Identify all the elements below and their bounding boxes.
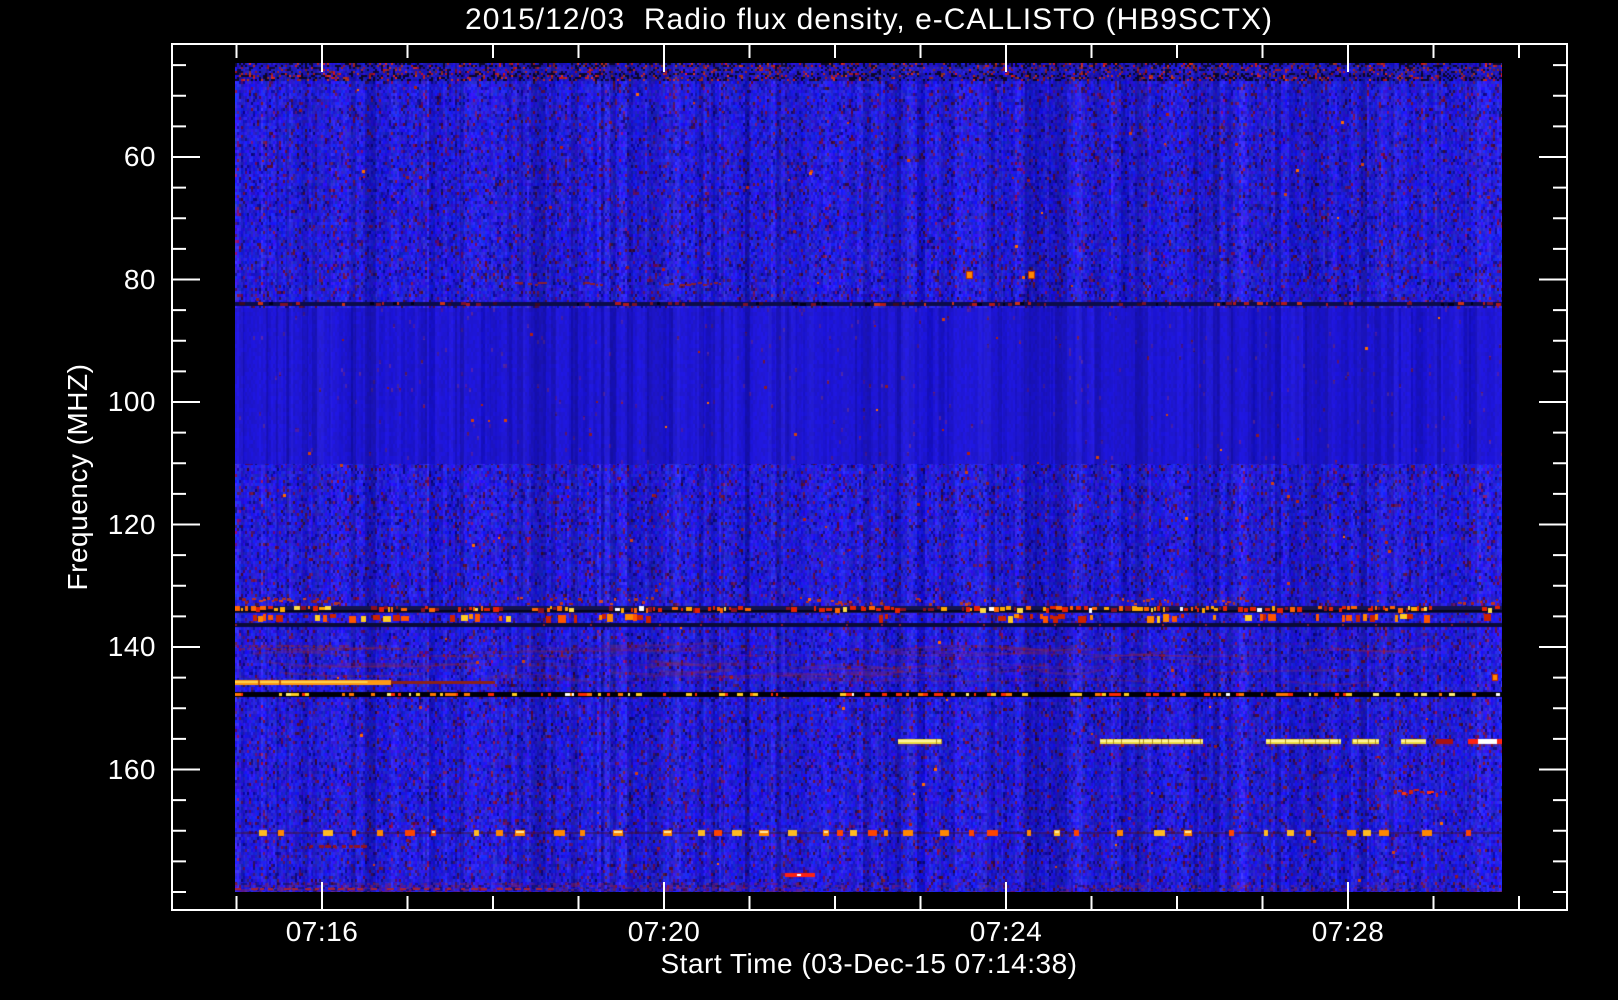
y-tick-label-3: 120 bbox=[107, 508, 156, 540]
y-axis-label: Frequency (MHZ) bbox=[62, 363, 93, 591]
x-tick-label-3: 07:28 bbox=[1311, 916, 1385, 947]
x-tick-label-2: 07:24 bbox=[969, 916, 1043, 947]
y-tick-label-5: 160 bbox=[107, 753, 156, 785]
y-tick-label-1: 80 bbox=[123, 263, 156, 295]
y-tick-label-2: 100 bbox=[107, 386, 156, 417]
axes-frame bbox=[171, 43, 1568, 911]
y-tick-label-0: 60 bbox=[123, 141, 156, 172]
x-tick-label-1: 07:20 bbox=[627, 916, 701, 947]
spectrogram-figure: 2015/12/03 Radio flux density, e-CALLIST… bbox=[0, 0, 1618, 1000]
plot-title: 2015/12/03 Radio flux density, e-CALLIST… bbox=[465, 3, 1273, 36]
x-tick-label-0: 07:16 bbox=[285, 916, 359, 947]
y-tick-label-4: 140 bbox=[107, 631, 156, 662]
x-axis-label: Start Time (03-Dec-15 07:14:38) bbox=[660, 948, 1078, 979]
